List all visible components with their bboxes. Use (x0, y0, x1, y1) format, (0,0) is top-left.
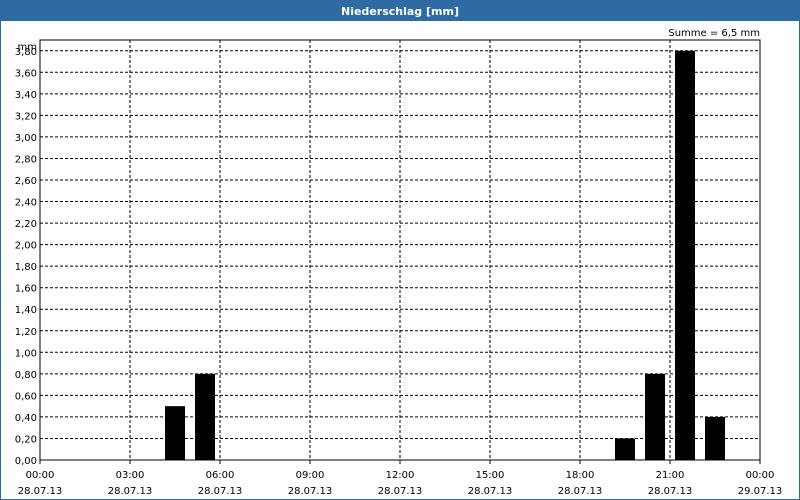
y-tick-label: 0,80 (15, 370, 37, 381)
y-tick-label: 2,60 (15, 176, 37, 187)
y-tick-label: 3,20 (15, 111, 37, 122)
x-tick-time-label: 15:00 (476, 470, 505, 481)
x-tick-date-label: 28.07.13 (648, 486, 693, 497)
x-tick-date-label: 28.07.13 (18, 486, 63, 497)
y-tick-label: 1,20 (15, 327, 37, 338)
x-tick-date-label: 29.07.13 (738, 486, 783, 497)
y-tick-label: 1,40 (15, 305, 37, 316)
x-tick-time-label: 09:00 (296, 470, 325, 481)
x-tick-time-label: 00:00 (746, 470, 775, 481)
bar (165, 406, 185, 460)
x-tick-time-label: 03:00 (116, 470, 145, 481)
x-tick-date-label: 28.07.13 (468, 486, 513, 497)
x-tick-date-label: 28.07.13 (288, 486, 333, 497)
x-tick-time-label: 06:00 (206, 470, 235, 481)
y-tick-label: 1,00 (15, 348, 37, 359)
y-tick-label: 0,20 (15, 434, 37, 445)
sum-annotation: Summe = 6,5 mm (668, 28, 760, 39)
y-tick-label: 2,00 (15, 241, 37, 252)
x-tick-date-label: 28.07.13 (198, 486, 243, 497)
y-tick-label: 1,60 (15, 284, 37, 295)
y-tick-label: 0,40 (15, 413, 37, 424)
y-tick-label: 2,80 (15, 154, 37, 165)
bar (705, 416, 725, 460)
x-tick-date-label: 28.07.13 (108, 486, 153, 497)
y-tick-label: 1,80 (15, 262, 37, 273)
y-tick-label: 3,40 (15, 90, 37, 101)
x-tick-time-label: 18:00 (566, 470, 595, 481)
x-tick-time-label: 00:00 (26, 470, 55, 481)
y-tick-label: 0,00 (15, 456, 37, 467)
bar (645, 373, 665, 460)
y-axis-unit-label: mm (18, 42, 37, 53)
x-tick-time-label: 12:00 (386, 470, 415, 481)
y-tick-label: 3,60 (15, 68, 37, 79)
x-tick-date-label: 28.07.13 (378, 486, 423, 497)
y-tick-label: 2,40 (15, 198, 37, 209)
bar (615, 438, 635, 460)
y-tick-label: 3,00 (15, 133, 37, 144)
x-tick-date-label: 28.07.13 (558, 486, 603, 497)
y-tick-label: 0,60 (15, 391, 37, 402)
y-tick-label: 2,20 (15, 219, 37, 230)
bar (675, 50, 695, 461)
bar (195, 373, 215, 460)
precipitation-chart: 0,00 0,20 0,40 0,60 0,80 1,00 1,20 1,40 1,60 1,80… (15, 28, 783, 497)
x-tick-time-label: 21:00 (656, 470, 685, 481)
